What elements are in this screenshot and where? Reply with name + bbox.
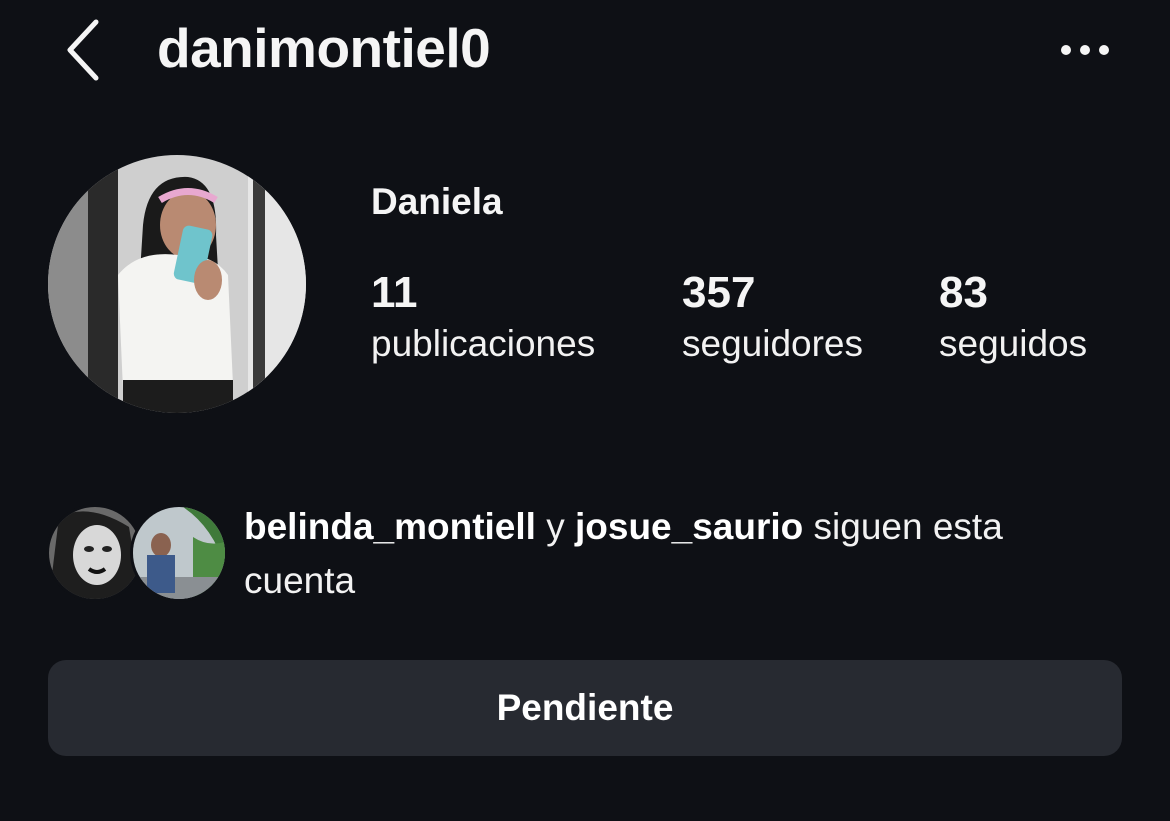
stat-following[interactable]: 83 seguidos	[939, 268, 1087, 370]
stat-followers-value: 357	[682, 268, 756, 317]
mutual-follower-link-1[interactable]: belinda_montiell	[244, 506, 536, 547]
mutual-followers-suffix-2: cuenta	[244, 560, 356, 601]
follow-pending-button[interactable]: Pendiente	[48, 660, 1122, 756]
avatar	[133, 507, 225, 599]
more-options-button[interactable]	[1056, 30, 1116, 70]
stat-posts-value: 11	[371, 268, 418, 317]
more-horizontal-icon	[1061, 45, 1109, 55]
stat-following-value: 83	[939, 268, 988, 317]
profile-header: danimontiel0	[0, 0, 1170, 100]
mutual-followers-text[interactable]: belinda_montiell y josue_saurio siguen e…	[244, 500, 1144, 608]
mutual-follower-link-2[interactable]: josue_saurio	[575, 506, 803, 547]
profile-display-name: Daniela	[371, 181, 503, 222]
profile-avatar[interactable]	[48, 155, 306, 413]
mutual-followers-connector: y	[546, 506, 565, 547]
avatar	[49, 507, 141, 599]
stat-followers-label: seguidores	[682, 323, 864, 364]
stat-following-label: seguidos	[939, 323, 1088, 364]
chevron-left-icon	[67, 19, 99, 81]
profile-username: danimontiel0	[157, 17, 491, 79]
profile-photo	[48, 155, 306, 413]
stat-posts[interactable]: 11 publicaciones	[371, 268, 595, 370]
mutual-followers-suffix-1: siguen esta	[813, 506, 1003, 547]
back-button[interactable]	[58, 14, 110, 86]
stat-posts-label: publicaciones	[371, 323, 596, 364]
stat-followers[interactable]: 357 seguidores	[682, 268, 863, 370]
mutual-followers-avatars[interactable]	[46, 504, 228, 604]
mutual-follower-avatar-2	[130, 504, 228, 602]
